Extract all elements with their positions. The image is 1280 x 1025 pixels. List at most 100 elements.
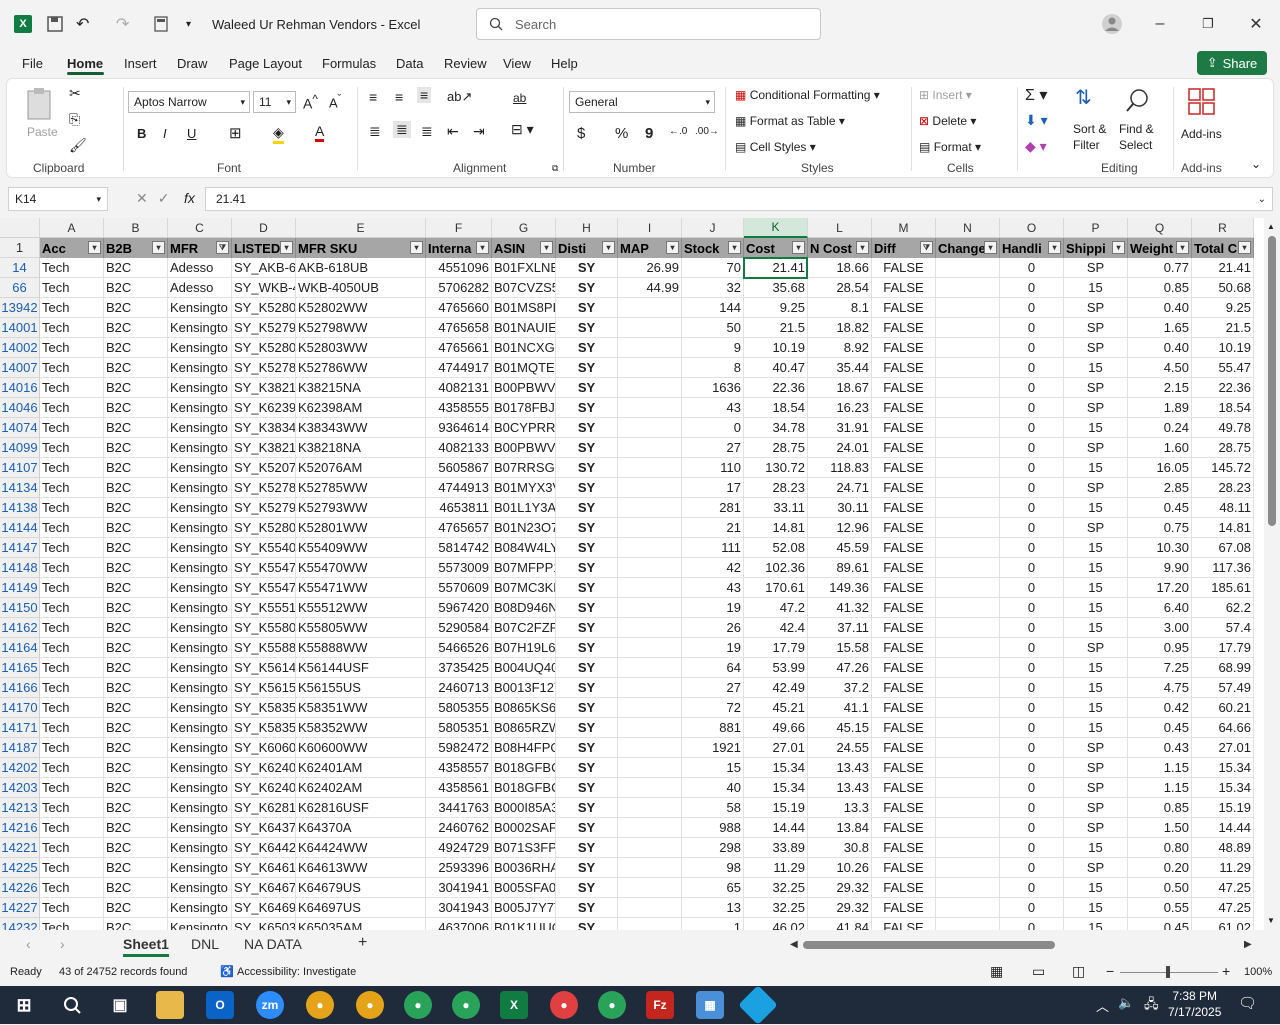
excel-taskbar-icon[interactable]: X bbox=[500, 991, 528, 1019]
table-cell[interactable]: FALSE bbox=[872, 898, 936, 918]
insert-function-icon[interactable]: fx bbox=[184, 190, 195, 206]
table-cell[interactable] bbox=[618, 498, 682, 518]
table-cell[interactable]: B01L1Y3A bbox=[492, 498, 556, 518]
table-cell[interactable]: B004UQ40 bbox=[492, 658, 556, 678]
table-cell[interactable]: 5466526 bbox=[426, 638, 492, 658]
table-cell[interactable]: FALSE bbox=[872, 378, 936, 398]
volume-icon[interactable]: 🔈 bbox=[1118, 995, 1134, 1011]
table-cell[interactable]: Tech bbox=[40, 258, 104, 278]
table-cell[interactable] bbox=[936, 898, 1000, 918]
table-cell[interactable]: FALSE bbox=[872, 918, 936, 930]
table-cell[interactable]: 10.19 bbox=[744, 338, 808, 358]
table-cell[interactable]: K56144USF bbox=[296, 658, 426, 678]
table-cell[interactable]: B2C bbox=[104, 438, 168, 458]
row-header[interactable]: 14016 bbox=[0, 378, 40, 398]
table-cell[interactable] bbox=[936, 598, 1000, 618]
comma-button[interactable]: 9 bbox=[645, 125, 653, 142]
notifications-icon[interactable]: 🗨 bbox=[1238, 994, 1257, 1012]
column-header[interactable]: A bbox=[40, 218, 104, 238]
table-cell[interactable]: 33.89 bbox=[744, 838, 808, 858]
table-cell[interactable]: K55471WW bbox=[296, 578, 426, 598]
table-cell[interactable]: B2C bbox=[104, 378, 168, 398]
tab-review[interactable]: Review bbox=[444, 56, 487, 71]
tab-file[interactable]: File bbox=[22, 56, 43, 71]
table-cell[interactable]: 37.11 bbox=[808, 618, 872, 638]
table-cell[interactable]: FALSE bbox=[872, 678, 936, 698]
table-header-cell[interactable]: Diff ⧩ bbox=[872, 238, 936, 258]
table-cell[interactable]: B07C2FZP bbox=[492, 618, 556, 638]
table-cell[interactable]: Tech bbox=[40, 418, 104, 438]
table-cell[interactable]: Tech bbox=[40, 738, 104, 758]
table-cell[interactable]: Kensingto bbox=[168, 338, 232, 358]
table-cell[interactable]: 110 bbox=[682, 458, 744, 478]
table-cell[interactable]: 0 bbox=[1000, 658, 1064, 678]
filezilla-icon[interactable]: Fz bbox=[646, 991, 674, 1019]
table-cell[interactable]: SY bbox=[556, 318, 618, 338]
merge-center-icon[interactable]: ⊟ ▾ bbox=[511, 121, 534, 138]
table-cell[interactable]: 0 bbox=[1000, 678, 1064, 698]
cancel-icon[interactable]: ✕ bbox=[136, 190, 158, 206]
table-cell[interactable]: FALSE bbox=[872, 498, 936, 518]
table-cell[interactable]: SY_K55805 bbox=[232, 618, 296, 638]
table-cell[interactable]: 28.75 bbox=[1192, 438, 1254, 458]
table-cell[interactable]: 10.19 bbox=[1192, 338, 1254, 358]
table-cell[interactable]: 15 bbox=[1064, 678, 1128, 698]
table-cell[interactable]: Tech bbox=[40, 658, 104, 678]
delete-cells-button[interactable]: ⊠ Delete ▾ bbox=[919, 114, 976, 128]
table-cell[interactable] bbox=[618, 838, 682, 858]
table-cell[interactable]: 17 bbox=[682, 478, 744, 498]
table-header-cell[interactable]: ASIN ▾ bbox=[492, 238, 556, 258]
align-bottom-icon[interactable]: ≡ bbox=[417, 87, 432, 103]
increase-indent-icon[interactable]: ⇥ bbox=[473, 123, 485, 140]
table-cell[interactable]: SY bbox=[556, 378, 618, 398]
table-cell[interactable]: K58351WW bbox=[296, 698, 426, 718]
table-cell[interactable]: Tech bbox=[40, 718, 104, 738]
table-cell[interactable]: K52786WW bbox=[296, 358, 426, 378]
table-cell[interactable]: 0 bbox=[1000, 278, 1064, 298]
align-center-icon[interactable]: ≣ bbox=[393, 121, 411, 138]
table-cell[interactable]: Tech bbox=[40, 698, 104, 718]
filter-dropdown-icon[interactable]: ▾ bbox=[1238, 241, 1251, 254]
search-input[interactable]: Search bbox=[476, 8, 821, 40]
table-cell[interactable]: 21.5 bbox=[1192, 318, 1254, 338]
filter-dropdown-icon[interactable]: ▾ bbox=[540, 241, 553, 254]
table-cell[interactable] bbox=[618, 758, 682, 778]
decrease-font-icon[interactable]: Aˇ bbox=[329, 93, 341, 110]
table-cell[interactable]: 65 bbox=[682, 878, 744, 898]
formula-input[interactable]: 21.41 ⌄ bbox=[205, 187, 1273, 211]
table-cell[interactable]: FALSE bbox=[872, 578, 936, 598]
table-cell[interactable]: 10.26 bbox=[808, 858, 872, 878]
table-cell[interactable]: 15.34 bbox=[744, 758, 808, 778]
table-cell[interactable]: 27.01 bbox=[1192, 738, 1254, 758]
table-cell[interactable]: Kensingto bbox=[168, 858, 232, 878]
table-cell[interactable]: 13.43 bbox=[808, 778, 872, 798]
table-cell[interactable]: SY bbox=[556, 838, 618, 858]
file-explorer-icon[interactable] bbox=[156, 991, 184, 1019]
row-header[interactable]: 14002 bbox=[0, 338, 40, 358]
table-cell[interactable]: 3041941 bbox=[426, 878, 492, 898]
table-cell[interactable]: 5605867 bbox=[426, 458, 492, 478]
table-cell[interactable] bbox=[618, 458, 682, 478]
table-cell[interactable]: B07H19L6 bbox=[492, 638, 556, 658]
row-header[interactable]: 14170 bbox=[0, 698, 40, 718]
clear-icon[interactable]: ◆ ▾ bbox=[1025, 138, 1047, 155]
table-cell[interactable] bbox=[936, 718, 1000, 738]
table-cell[interactable] bbox=[618, 918, 682, 930]
align-middle-icon[interactable]: ≡ bbox=[395, 89, 403, 105]
table-cell[interactable]: SY bbox=[556, 878, 618, 898]
table-cell[interactable]: 72 bbox=[682, 698, 744, 718]
table-cell[interactable]: 12.96 bbox=[808, 518, 872, 538]
table-cell[interactable]: 47.25 bbox=[1192, 898, 1254, 918]
save-icon[interactable] bbox=[46, 14, 64, 34]
table-cell[interactable]: 19 bbox=[682, 598, 744, 618]
table-cell[interactable] bbox=[618, 558, 682, 578]
table-cell[interactable]: SY_AKB-61 bbox=[232, 258, 296, 278]
table-cell[interactable]: 4551096 bbox=[426, 258, 492, 278]
table-cell[interactable]: 2.85 bbox=[1128, 478, 1192, 498]
table-cell[interactable]: 15 bbox=[1064, 598, 1128, 618]
table-header-cell[interactable]: MAP ▾ bbox=[618, 238, 682, 258]
table-cell[interactable]: B01MYX3V bbox=[492, 478, 556, 498]
table-cell[interactable] bbox=[936, 618, 1000, 638]
table-cell[interactable]: B0178FBJ bbox=[492, 398, 556, 418]
table-cell[interactable] bbox=[936, 558, 1000, 578]
